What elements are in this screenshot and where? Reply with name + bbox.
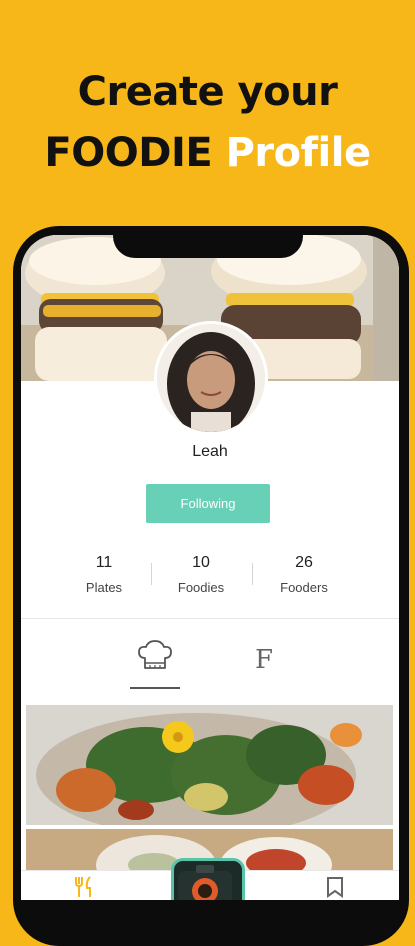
- bookmark-icon[interactable]: [323, 875, 347, 899]
- stat-fooders-label: Fooders: [280, 580, 328, 595]
- profile-name: Leah: [192, 443, 228, 460]
- headline-line-2: FOODIE Profile: [0, 123, 415, 184]
- stat-fooders-value: 26: [295, 554, 313, 571]
- stat-foodies-value: 10: [192, 554, 210, 571]
- tab-plates[interactable]: [130, 638, 180, 688]
- promo-headline: Create your FOODIE Profile: [0, 62, 415, 184]
- stat-plates-label: Plates: [85, 580, 123, 595]
- tab-foodies[interactable]: F: [239, 638, 289, 688]
- f-letter-icon: F: [254, 645, 274, 675]
- following-button[interactable]: Following: [146, 484, 270, 523]
- camera-icon: [178, 865, 232, 900]
- active-tab-indicator: [130, 687, 180, 689]
- avatar[interactable]: [154, 321, 268, 435]
- headline-foodie: FOODIE: [44, 130, 213, 176]
- stat-divider: [252, 563, 253, 585]
- app-screen: Leah Following 11 Plates 10 Foodies 26 F…: [21, 235, 399, 900]
- chef-hat-icon: [138, 640, 172, 669]
- headline-line-1: Create your: [77, 69, 338, 115]
- stat-plates-value: 11: [95, 554, 113, 571]
- avatar-photo: [157, 324, 265, 432]
- stat-plates[interactable]: 11 Plates: [54, 553, 154, 598]
- divider: [21, 618, 399, 619]
- camera-button[interactable]: [171, 858, 245, 900]
- headline-profile: Profile: [225, 130, 371, 176]
- fork-knife-icon[interactable]: [73, 875, 97, 899]
- stat-foodies-label: Foodies: [177, 580, 225, 595]
- profile-stats: 11 Plates 10 Foodies 26 Fooders: [21, 553, 399, 603]
- salad-photo: [26, 705, 393, 825]
- stat-foodies[interactable]: 10 Foodies: [151, 553, 251, 598]
- plate-image[interactable]: [26, 705, 393, 825]
- stat-fooders[interactable]: 26 Fooders: [254, 553, 354, 598]
- phone-notch: [113, 226, 303, 258]
